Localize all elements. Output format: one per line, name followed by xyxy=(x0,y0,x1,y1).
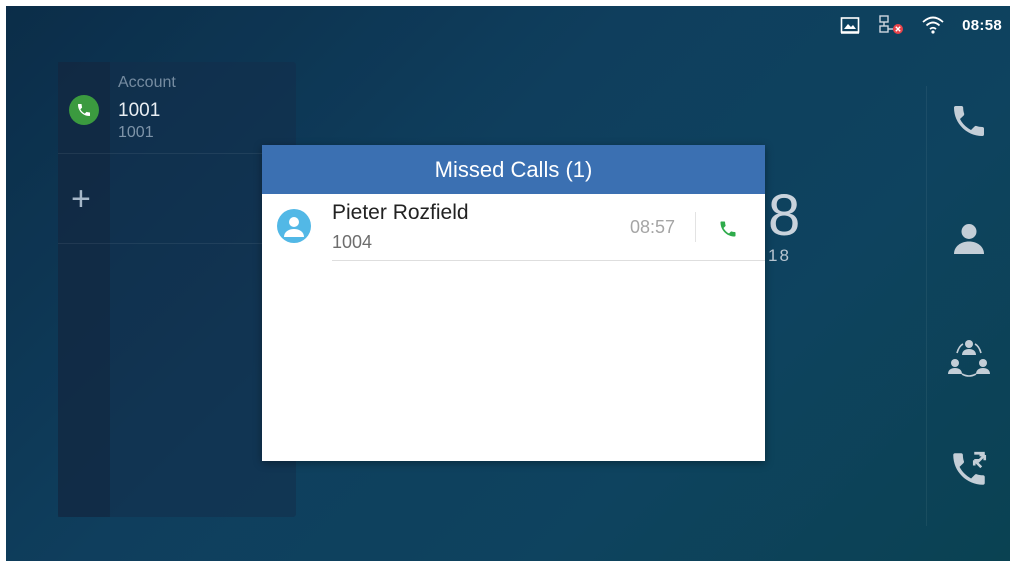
phone-screen: 08:58 Account 1001 1001 + 8 18 Missed Ca… xyxy=(6,6,1010,561)
background-clock-time: 8 xyxy=(768,183,801,248)
account-panel: Account 1001 1001 + xyxy=(58,62,296,517)
caller-name: Pieter Rozfield xyxy=(332,201,469,224)
caller-number: 1004 xyxy=(332,232,373,252)
screenshot-icon xyxy=(840,16,860,34)
missed-calls-dialog: Missed Calls (1) Pieter Rozfield 1004 08… xyxy=(262,145,765,461)
call-history-button[interactable] xyxy=(927,434,1010,504)
item-separator xyxy=(695,212,696,242)
account-phone-icon xyxy=(69,95,99,125)
add-account-row[interactable]: + xyxy=(58,154,296,244)
status-bar: 08:58 xyxy=(6,6,1010,44)
contact-avatar-icon xyxy=(277,209,311,243)
account-label: Account xyxy=(118,74,176,91)
right-toolbar xyxy=(926,86,1010,526)
contacts-icon xyxy=(954,224,984,254)
background-clock-date: 18 xyxy=(768,246,791,265)
conference-icon xyxy=(948,340,990,377)
status-clock: 08:58 xyxy=(962,16,1002,34)
conference-button[interactable] xyxy=(927,323,1010,393)
dialer-button[interactable] xyxy=(927,86,1010,156)
wifi-icon xyxy=(922,16,944,34)
list-divider xyxy=(332,260,765,261)
phone-icon xyxy=(720,221,736,237)
call-history-icon xyxy=(953,451,987,485)
missed-call-item[interactable]: Pieter Rozfield 1004 08:57 xyxy=(262,194,765,261)
callback-button[interactable] xyxy=(708,212,748,246)
contacts-button[interactable] xyxy=(927,204,1010,274)
call-time: 08:57 xyxy=(630,217,676,237)
account-number: 1001 xyxy=(118,100,161,121)
phone-icon xyxy=(954,106,984,136)
account-sub-number: 1001 xyxy=(118,124,154,141)
network-disconnected-icon xyxy=(878,15,904,35)
add-icon: + xyxy=(71,180,91,218)
dialog-title: Missed Calls (1) xyxy=(262,145,765,194)
account-row[interactable]: Account 1001 1001 xyxy=(58,62,296,154)
